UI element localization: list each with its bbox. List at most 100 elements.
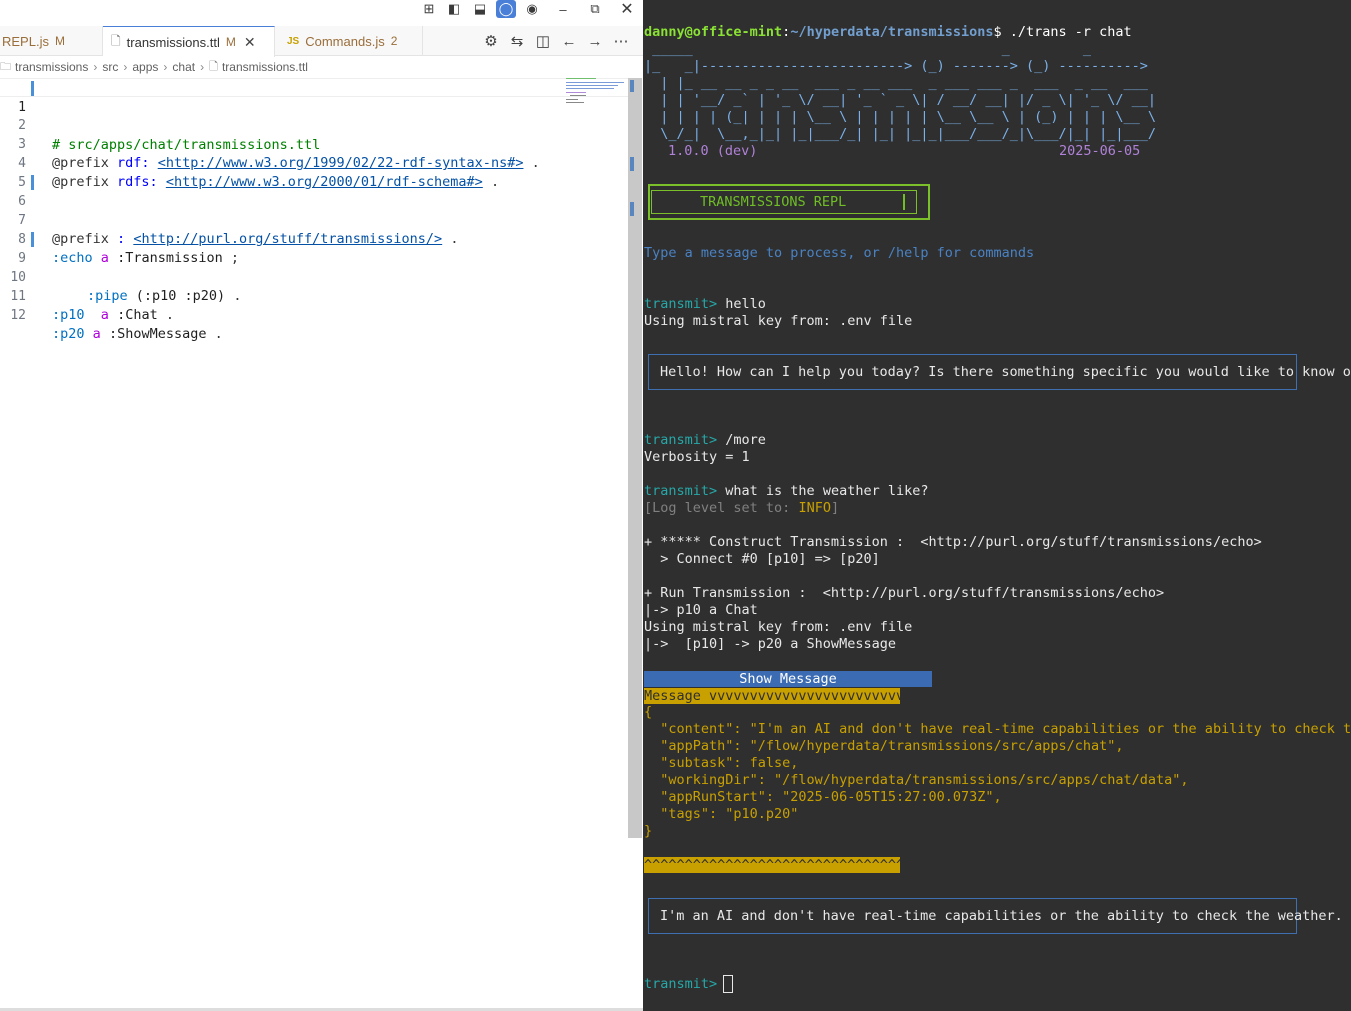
- code-line[interactable]: 6 @prefix : <http://purl.org/stuff/trans…: [0, 173, 628, 247]
- js-icon: JS: [287, 35, 300, 47]
- class-name: :Chat: [117, 307, 158, 323]
- response-text: I'm an AI and don't have real-time capab…: [660, 908, 1351, 924]
- restore-icon[interactable]: ⧉: [585, 0, 605, 18]
- output-line: > Connect #0 [p10] => [p20]: [644, 551, 880, 567]
- log-level-value: INFO: [798, 500, 831, 516]
- command-text: what is the weather like?: [717, 483, 929, 499]
- code-line[interactable]: 1 # src/apps/chat/transmissions.ttl: [0, 78, 628, 153]
- type-keyword: a: [92, 326, 101, 342]
- terminal-cursor[interactable]: [723, 975, 733, 993]
- copilot-icon[interactable]: ◯: [496, 0, 516, 18]
- response-text: Hello! How can I help you today? Is ther…: [660, 364, 1351, 380]
- breadcrumb-item[interactable]: apps: [132, 60, 158, 74]
- split-editor-icon[interactable]: ◫: [535, 32, 551, 50]
- change-marker: [31, 232, 34, 247]
- version-label: 1.0.0 (dev): [668, 143, 758, 159]
- output-line: Verbosity = 1: [644, 449, 750, 465]
- repl-title: TRANSMISSIONS REPL: [700, 194, 847, 210]
- code-line[interactable]: 3 @prefix rdf: <http://www.w3.org/1999/0…: [0, 116, 628, 171]
- command-text: hello: [717, 296, 766, 312]
- scrollbar-marker: [630, 202, 634, 216]
- tab-transmissions-ttl[interactable]: 🗋 transmissions.ttl M ✕: [103, 26, 275, 57]
- ascii-banner-line: | | | | (_| | | | \__ \ | | | | | \__ \_…: [644, 109, 1157, 125]
- output-line: Using mistral key from: .env file: [644, 619, 913, 635]
- repl-prompt: transmit>: [644, 976, 718, 992]
- code-line[interactable]: 8 :echo a :Transmission ;: [0, 211, 628, 266]
- ascii-banner-line: \_/_| \__,_|_| |_|___/_| |_| |_|_|___/__…: [644, 126, 1157, 142]
- tab-label: transmissions.ttl: [126, 34, 220, 50]
- folder-icon: 🗀: [0, 60, 11, 73]
- log-level-line: [Log level set to: INFO]: [644, 500, 840, 516]
- editor-scrollbar[interactable]: [628, 78, 642, 838]
- scrollbar-marker: [630, 157, 634, 171]
- code-line[interactable]: 2: [0, 97, 628, 133]
- prompt-command: $ ./trans -r chat: [993, 24, 1132, 40]
- chevron-right-icon: ›: [163, 60, 168, 74]
- code-line[interactable]: 4 @prefix rdfs: <http://www.w3.org/2000/…: [0, 135, 628, 190]
- breadcrumb-item[interactable]: transmissions: [15, 60, 88, 74]
- repl-prompt: transmit>: [644, 432, 718, 448]
- forward-arrow-icon[interactable]: →: [587, 33, 603, 50]
- shell-prompt-line: danny@office-mint:~/hyperdata/transmissi…: [644, 24, 1132, 40]
- chevron-right-icon: ›: [123, 60, 128, 74]
- minimize-icon[interactable]: –: [553, 0, 573, 18]
- more-actions-icon[interactable]: ⋯: [613, 32, 629, 50]
- tab-repl-js[interactable]: REPL.js M: [0, 26, 103, 56]
- modified-badge: M: [54, 34, 65, 48]
- minimap[interactable]: [562, 78, 628, 108]
- compare-changes-icon[interactable]: ⇆: [509, 32, 525, 50]
- breadcrumb-item[interactable]: chat: [172, 60, 195, 74]
- breadcrumb-item[interactable]: transmissions.ttl: [222, 60, 308, 74]
- layout-icon[interactable]: ⊞: [419, 0, 439, 18]
- type-keyword: a: [100, 307, 109, 323]
- code-line[interactable]: 7: [0, 192, 628, 228]
- modified-badge: M: [225, 35, 236, 49]
- back-arrow-icon[interactable]: ←: [561, 33, 577, 50]
- account-icon[interactable]: ◉: [522, 0, 542, 18]
- code-line[interactable]: 11 :p10 a :Chat .: [0, 268, 628, 323]
- editor-actions: ⚙ ⇆ ◫ ← → ⋯: [483, 26, 629, 56]
- ascii-banner-line: | | '__/ _` | '_ \/ __| '_ ` _ \| / __/ …: [644, 92, 1157, 108]
- toggle-sidebar-icon[interactable]: ◧: [444, 0, 464, 18]
- tab-label: Commands.js: [305, 33, 385, 49]
- punctuation: .: [214, 326, 223, 342]
- command-line: transmit> /more: [644, 432, 766, 449]
- close-window-icon[interactable]: ✕: [617, 0, 637, 18]
- command-text: /more: [717, 432, 766, 448]
- punctuation: .: [165, 307, 174, 323]
- code-area[interactable]: 1 # src/apps/chat/transmissions.ttl 2 3 …: [0, 78, 628, 342]
- problems-badge: 2: [390, 34, 398, 48]
- ascii-banner-line: _____ _ _: [644, 41, 1092, 57]
- terminal-panel[interactable]: danny@office-mint:~/hyperdata/transmissi…: [643, 0, 1351, 1011]
- toggle-panel-icon[interactable]: ⬓: [470, 0, 490, 18]
- file-icon: 🗋: [209, 60, 218, 73]
- code-line[interactable]: 5: [0, 154, 628, 190]
- release-date: 2025-06-05: [1059, 143, 1141, 159]
- output-line: |-> [p10] -> p20 a ShowMessage: [644, 636, 896, 652]
- ascii-banner-line: |_ _|-------------------------> (_) ----…: [644, 58, 1148, 74]
- breadcrumb-item[interactable]: src: [102, 60, 118, 74]
- repl-box-cursor: [903, 194, 905, 210]
- repl-prompt: transmit>: [644, 483, 718, 499]
- tab-commands-js[interactable]: JS Commands.js 2: [275, 26, 423, 56]
- ascii-banner-line: | |_ __ __ _ _ __ ___ _ __ ___ _ ___ ___…: [644, 75, 1148, 91]
- output-line: |-> p10 a Chat: [644, 602, 758, 618]
- class-name: :ShowMessage: [108, 326, 207, 342]
- code-line[interactable]: 9 :pipe (:p10 :p20) .: [0, 230, 628, 304]
- message-end-bar: ^^^^^^^^^^^^^^^^^^^^^^^^^^^^^^^^: [644, 857, 900, 873]
- json-line: "subtask": false,: [644, 755, 799, 771]
- json-line: "tags": "p10.p20": [644, 806, 799, 822]
- code-line[interactable]: 12 :p20 a :ShowMessage .: [0, 287, 628, 342]
- change-marker: [31, 175, 34, 190]
- settings-gear-icon[interactable]: ⚙: [483, 32, 499, 50]
- json-line: {: [644, 704, 653, 720]
- subject-name: :p20: [52, 326, 85, 342]
- close-tab-icon[interactable]: ✕: [244, 34, 256, 51]
- prompt-path: ~/hyperdata/transmissions: [790, 24, 994, 40]
- output-line: Using mistral key from: .env file: [644, 313, 913, 329]
- breadcrumb: 🗀 transmissions › src › apps › chat › 🗋 …: [0, 58, 308, 76]
- show-message-header: Show Message: [644, 671, 932, 687]
- code-line[interactable]: 10: [0, 249, 628, 285]
- change-marker: [31, 81, 34, 96]
- command-line: transmit> hello: [644, 296, 766, 313]
